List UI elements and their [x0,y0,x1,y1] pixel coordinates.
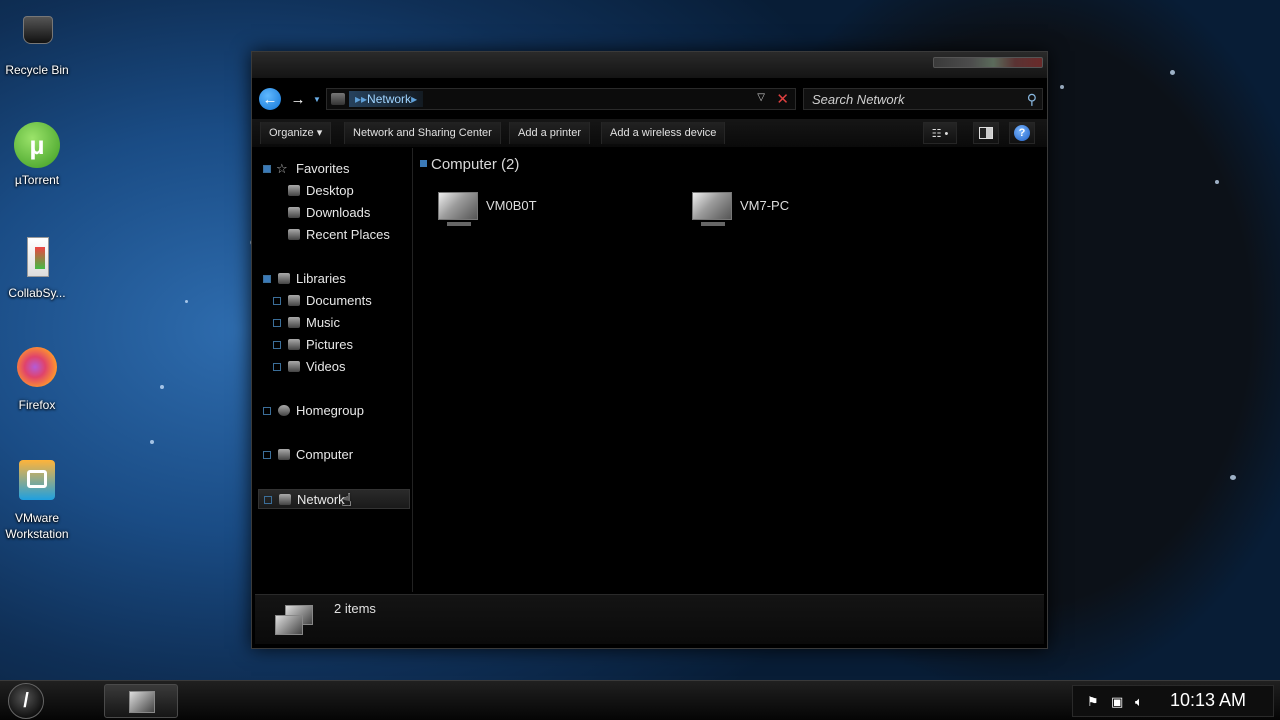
hand-cursor-icon: ☝ [341,490,352,510]
view-icon: ☷ • [931,127,949,140]
expand-toggle[interactable] [264,496,272,504]
nav-computer[interactable]: Computer [252,445,410,465]
computer-icon [692,192,732,226]
pictures-icon [288,339,300,350]
taskbar-explorer-button[interactable] [104,684,178,718]
desktop-icon-firefox[interactable]: Firefox [0,345,74,413]
homegroup-icon [278,405,290,416]
address-bar[interactable]: ▸▸Network▸ ▽ ✕ [326,88,796,110]
nav-homegroup[interactable]: Homegroup [252,401,410,421]
music-icon [288,317,300,328]
group-header[interactable]: Computer (2) [420,156,519,173]
expand-toggle[interactable] [263,451,271,459]
firefox-icon [13,345,61,393]
computer-icon [438,192,478,226]
search-placeholder: Search Network [812,92,905,107]
nav-documents[interactable]: Documents [252,291,410,311]
collapse-toggle[interactable] [420,160,427,167]
nav-desktop[interactable]: Desktop [252,181,410,201]
videos-icon [288,361,300,372]
recent-places-icon [288,229,300,240]
help-icon: ? [1014,125,1030,141]
status-bar: 2 items [255,594,1044,644]
nav-libraries[interactable]: Libraries [252,269,410,289]
preview-pane-icon [979,127,993,139]
utorrent-icon: µ [13,120,61,168]
explorer-window: ← → ▼ ▸▸Network▸ ▽ ✕ Search Network ⚲ Or… [251,51,1048,649]
back-button[interactable]: ← [259,88,281,110]
network-icon [331,93,345,105]
search-input[interactable]: Search Network ⚲ [803,88,1043,110]
nav-pictures[interactable]: Pictures [252,335,410,355]
item-count: 2 items [334,601,376,616]
add-wireless-device-button[interactable]: Add a wireless device [601,122,726,144]
preview-pane-button[interactable] [973,122,999,144]
desktop-icon-label: µTorrent [14,173,60,187]
expand-toggle[interactable] [273,297,281,305]
desktop-icon-recycle-bin[interactable]: Recycle Bin [0,10,74,78]
search-icon[interactable]: ⚲ [1027,91,1037,108]
volume-muted-icon[interactable]: 🔈︎ [1135,694,1143,710]
start-icon: / [23,689,29,712]
arrow-left-icon: ← [262,90,278,108]
documents-icon [288,295,300,306]
desktop-icon-label: CollabSy... [8,286,66,300]
title-bar[interactable] [252,52,1047,78]
command-bar: Organize ▾ Network and Sharing Center Ad… [252,119,1047,147]
expand-toggle[interactable] [263,165,271,173]
expand-toggle[interactable] [263,407,271,415]
network-icon [279,494,291,505]
start-button[interactable]: / [8,683,44,719]
action-center-flag-icon[interactable]: ⚑ [1087,694,1099,710]
computer-item-label: VM0B0T [486,198,537,213]
collabsync-icon [13,233,61,281]
computer-item-label: VM7-PC [740,198,790,213]
content-pane: Computer (2) VM0B0T VM7-PC [414,148,1047,592]
expand-toggle[interactable] [273,341,281,349]
taskbar: / ⚑ ▣ 🔈︎ 10:13 AM [0,680,1280,720]
nav-music[interactable]: Music [252,313,410,333]
clock[interactable]: 10:13 AM [1170,690,1246,711]
expand-toggle[interactable] [273,319,281,327]
close-icon[interactable]: ✕ [776,90,789,108]
nav-videos[interactable]: Videos [252,357,410,377]
desktop-icon-label: Recycle Bin [5,63,69,77]
desktop-icon-label: VMware Workstation [5,511,69,541]
change-view-button[interactable]: ☷ • [923,122,957,144]
explorer-icon [129,691,155,713]
star-icon: ☆ [276,161,288,176]
computer-icon [278,449,290,460]
vmware-icon [13,458,61,506]
forward-button[interactable]: → [287,88,309,110]
nav-favorites[interactable]: ☆ Favorites [252,159,410,179]
network-computers-icon [273,601,315,641]
nav-network[interactable]: Network [258,489,410,509]
nav-recent-places[interactable]: Recent Places [252,225,410,245]
breadcrumb-network[interactable]: ▸▸Network▸ [349,91,424,107]
expand-toggle[interactable] [263,275,271,283]
chevron-down-icon[interactable]: ▽ [757,92,765,103]
navigation-bar: ← → ▼ ▸▸Network▸ ▽ ✕ Search Network ⚲ [252,82,1047,114]
libraries-icon [278,273,290,284]
recent-pages-button[interactable]: ▼ [312,94,322,104]
desktop-icon-label: Firefox [18,398,56,412]
desktop-icon-collabsync[interactable]: CollabSy... [0,233,74,301]
network-sharing-center-button[interactable]: Network and Sharing Center [344,122,501,144]
downloads-icon [288,207,300,218]
navigation-pane: ☆ Favorites Desktop Downloads Recent Pla… [252,148,413,592]
desktop-icon [288,185,300,196]
network-status-icon[interactable]: ▣ [1111,694,1123,710]
chevron-down-icon: ▼ [313,94,321,104]
desktop-icon-vmware[interactable]: VMware Workstation [0,458,74,542]
organize-button[interactable]: Organize ▾ [260,122,332,144]
caption-buttons[interactable] [933,57,1043,68]
nav-downloads[interactable]: Downloads [252,203,410,223]
recycle-bin-icon [13,10,61,58]
add-printer-button[interactable]: Add a printer [509,122,590,144]
arrow-right-icon: → [290,90,306,108]
desktop-icon-utorrent[interactable]: µ µTorrent [0,120,74,188]
expand-toggle[interactable] [273,363,281,371]
help-button[interactable]: ? [1009,122,1035,144]
system-tray: ⚑ ▣ 🔈︎ 10:13 AM [1072,685,1274,717]
